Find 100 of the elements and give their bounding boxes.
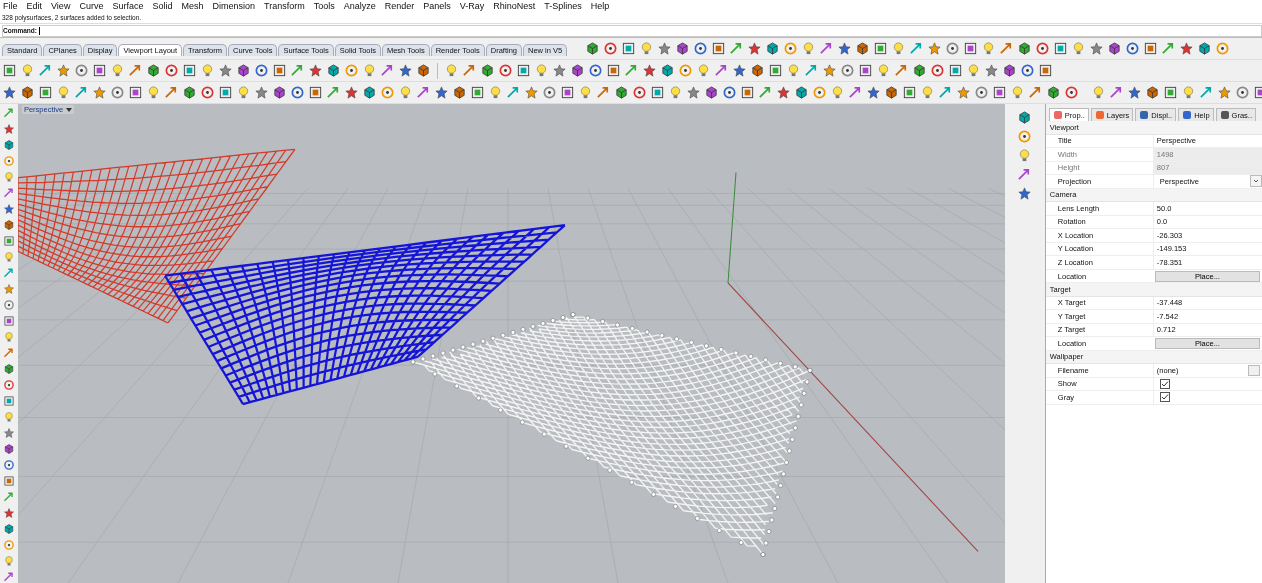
arrow-icon[interactable] bbox=[326, 85, 341, 100]
star-icon[interactable] bbox=[686, 85, 701, 100]
star-icon[interactable] bbox=[552, 63, 567, 78]
square-icon[interactable] bbox=[711, 41, 726, 56]
arrow-icon[interactable] bbox=[506, 85, 521, 100]
bulb-icon[interactable] bbox=[696, 63, 711, 78]
square-icon[interactable] bbox=[858, 63, 873, 78]
menu-item[interactable]: V-Ray bbox=[459, 1, 485, 11]
bulb-icon[interactable] bbox=[146, 85, 161, 100]
circle-icon[interactable] bbox=[1020, 63, 1035, 78]
cube-icon[interactable] bbox=[675, 41, 690, 56]
bulb-icon[interactable] bbox=[110, 63, 125, 78]
arrow-icon[interactable] bbox=[819, 41, 834, 56]
square-icon[interactable] bbox=[308, 85, 323, 100]
arrow-icon[interactable] bbox=[848, 85, 863, 100]
star-icon[interactable] bbox=[776, 85, 791, 100]
square-icon[interactable] bbox=[1143, 41, 1158, 56]
arrow-icon[interactable] bbox=[894, 63, 909, 78]
square-icon[interactable] bbox=[2, 235, 15, 247]
bulb-icon[interactable] bbox=[668, 85, 683, 100]
bulb-icon[interactable] bbox=[639, 41, 654, 56]
circle-icon[interactable] bbox=[678, 63, 693, 78]
star-icon[interactable] bbox=[1179, 41, 1194, 56]
cube-icon[interactable] bbox=[326, 63, 341, 78]
square-icon[interactable] bbox=[873, 41, 888, 56]
circle-icon[interactable] bbox=[840, 63, 855, 78]
star-icon[interactable] bbox=[927, 41, 942, 56]
bulb-icon[interactable] bbox=[1010, 85, 1025, 100]
bulb-icon[interactable] bbox=[488, 85, 503, 100]
arrow-icon[interactable] bbox=[804, 63, 819, 78]
cube-icon[interactable] bbox=[704, 85, 719, 100]
arrow-icon[interactable] bbox=[128, 63, 143, 78]
circle-icon[interactable] bbox=[344, 63, 359, 78]
star-icon[interactable] bbox=[2, 203, 15, 215]
square-icon[interactable] bbox=[218, 85, 233, 100]
square-icon[interactable] bbox=[1053, 41, 1068, 56]
cube-icon[interactable] bbox=[1017, 110, 1033, 125]
menu-item[interactable]: Tools bbox=[313, 1, 335, 11]
square-icon[interactable] bbox=[902, 85, 917, 100]
square-icon[interactable] bbox=[2, 315, 15, 327]
mesh-surface[interactable] bbox=[163, 223, 567, 406]
cube-icon[interactable] bbox=[2, 363, 15, 375]
circle-icon[interactable] bbox=[945, 41, 960, 56]
square-icon[interactable] bbox=[740, 85, 755, 100]
arrow-icon[interactable] bbox=[380, 63, 395, 78]
circle-icon[interactable] bbox=[1125, 41, 1140, 56]
bulb-icon[interactable] bbox=[398, 85, 413, 100]
cube-icon[interactable] bbox=[1197, 41, 1212, 56]
arrow-icon[interactable] bbox=[2, 491, 15, 503]
circle-icon[interactable] bbox=[254, 63, 269, 78]
menu-item[interactable]: Solid bbox=[152, 1, 173, 11]
cube-icon[interactable] bbox=[614, 85, 629, 100]
square-icon[interactable] bbox=[606, 63, 621, 78]
circle-icon[interactable] bbox=[380, 85, 395, 100]
square-icon[interactable] bbox=[2, 63, 17, 78]
circle-icon[interactable] bbox=[2, 379, 15, 391]
menu-item[interactable]: Help bbox=[590, 1, 610, 11]
arrow-icon[interactable] bbox=[2, 571, 15, 583]
bulb-icon[interactable] bbox=[20, 63, 35, 78]
cube-icon[interactable] bbox=[750, 63, 765, 78]
circle-icon[interactable] bbox=[1064, 85, 1079, 100]
arrow-icon[interactable] bbox=[2, 267, 15, 279]
bulb-icon[interactable] bbox=[876, 63, 891, 78]
cube-icon[interactable] bbox=[1107, 41, 1122, 56]
bulb-icon[interactable] bbox=[801, 41, 816, 56]
bulb-icon[interactable] bbox=[444, 63, 459, 78]
square-icon[interactable] bbox=[128, 85, 143, 100]
arrow-icon[interactable] bbox=[1199, 85, 1214, 100]
bulb-icon[interactable] bbox=[830, 85, 845, 100]
bulb-icon[interactable] bbox=[236, 85, 251, 100]
star-icon[interactable] bbox=[657, 41, 672, 56]
arrow-icon[interactable] bbox=[1028, 85, 1043, 100]
star-icon[interactable] bbox=[2, 507, 15, 519]
star-icon[interactable] bbox=[866, 85, 881, 100]
menu-item[interactable]: Panels bbox=[423, 1, 451, 11]
menu-item[interactable]: View bbox=[51, 1, 71, 11]
square-icon[interactable] bbox=[768, 63, 783, 78]
circle-icon[interactable] bbox=[783, 41, 798, 56]
square-icon[interactable] bbox=[560, 85, 575, 100]
star-icon[interactable] bbox=[956, 85, 971, 100]
circle-icon[interactable] bbox=[542, 85, 557, 100]
arrow-icon[interactable] bbox=[38, 63, 53, 78]
star-icon[interactable] bbox=[822, 63, 837, 78]
circle-icon[interactable] bbox=[693, 41, 708, 56]
cube-icon[interactable] bbox=[1145, 85, 1160, 100]
cube-icon[interactable] bbox=[570, 63, 585, 78]
bulb-icon[interactable] bbox=[200, 63, 215, 78]
circle-icon[interactable] bbox=[74, 63, 89, 78]
square-icon[interactable] bbox=[470, 85, 485, 100]
arrow-icon[interactable] bbox=[2, 347, 15, 359]
arrow-icon[interactable] bbox=[999, 41, 1014, 56]
menu-item[interactable]: Surface bbox=[112, 1, 144, 11]
circle-icon[interactable] bbox=[632, 85, 647, 100]
arrow-icon[interactable] bbox=[74, 85, 89, 100]
star-icon[interactable] bbox=[1217, 85, 1232, 100]
circle-icon[interactable] bbox=[812, 85, 827, 100]
bulb-icon[interactable] bbox=[578, 85, 593, 100]
bulb-icon[interactable] bbox=[2, 251, 15, 263]
cube-icon[interactable] bbox=[480, 63, 495, 78]
bulb-icon[interactable] bbox=[2, 171, 15, 183]
